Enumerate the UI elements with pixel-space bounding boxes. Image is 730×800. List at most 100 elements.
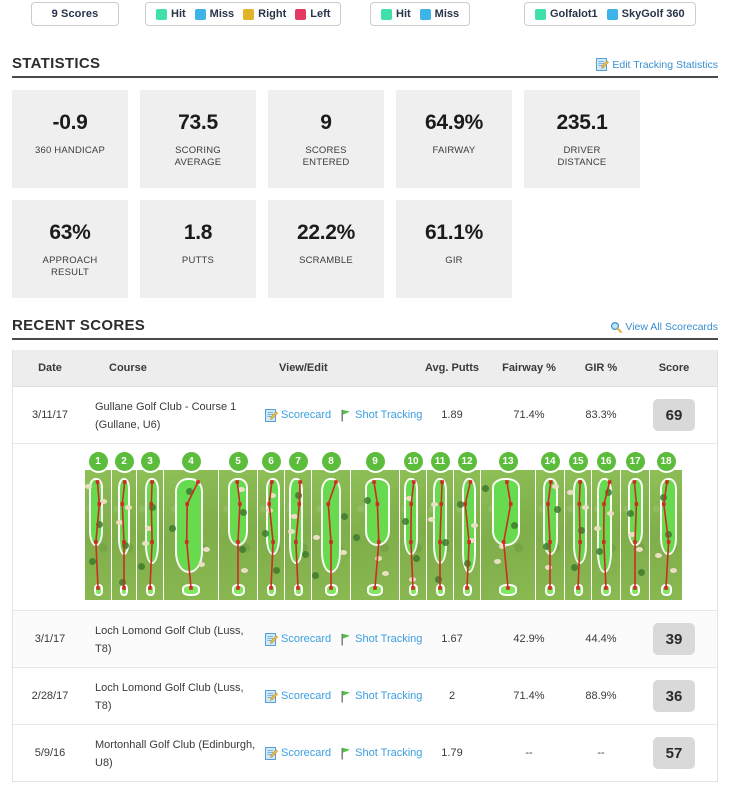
- gir-legend: Hit Miss: [370, 2, 471, 26]
- stat-value: -0.9: [52, 111, 88, 134]
- scorecard-note-icon: [265, 632, 278, 646]
- shot-track-line: [184, 480, 200, 590]
- statistics-row-2: 63% APPROACH RESULT 1.8 PUTTS 22.2% SCRA…: [12, 200, 718, 298]
- hole-number-badge: 11: [430, 452, 450, 471]
- hole-thumbnail[interactable]: [400, 470, 426, 600]
- hole-number-badge: 10: [403, 452, 423, 471]
- flag-icon: [341, 747, 352, 760]
- shot-track-line: [372, 480, 381, 590]
- hole-number-badge: 14: [540, 452, 560, 471]
- shot-tracking-link[interactable]: Shot Tracking: [341, 747, 422, 760]
- hole-thumbnail[interactable]: [164, 470, 218, 600]
- shot-track-line: [409, 480, 416, 590]
- hole-number-badge: 3: [140, 452, 160, 471]
- scorecard-link[interactable]: Scorecard: [265, 408, 331, 422]
- stat-label: 360 HANDICAP: [35, 145, 105, 156]
- cell-course: Mortonhall Golf Club (Edinburgh, U8): [87, 735, 257, 771]
- shot-track-line: [267, 480, 275, 590]
- flag-icon: [341, 409, 352, 422]
- cell-course: Gullane Golf Club - Course 1 (Gullane, U…: [87, 397, 257, 433]
- stat-value: 22.2%: [296, 221, 356, 244]
- hole-number-badge: 13: [498, 452, 518, 471]
- cell-score: 57: [635, 737, 713, 769]
- hole-thumbnail[interactable]: [454, 470, 480, 600]
- hole-thumbnail[interactable]: [592, 470, 620, 600]
- shot-tracking-link[interactable]: Shot Tracking: [341, 409, 422, 422]
- statistics-section: STATISTICS Edit Tracking Statistics: [12, 48, 718, 78]
- hole-thumbnail[interactable]: [427, 470, 453, 600]
- gir-legend-item-hit: Hit: [381, 8, 411, 20]
- column-header-date: Date: [38, 362, 62, 374]
- score-badge: 69: [653, 399, 695, 431]
- stat-value: 1.8: [183, 221, 213, 244]
- swatch-left-icon: [295, 8, 307, 20]
- hole-thumbnail[interactable]: [481, 470, 535, 600]
- source-legend-item-golfalot: Golfalot1: [535, 8, 598, 20]
- hole-number-badge: 4: [181, 452, 201, 471]
- view-all-scorecards-link[interactable]: View All Scorecards: [610, 321, 718, 333]
- shot-track-line: [120, 480, 127, 590]
- shot-track-line: [463, 480, 473, 590]
- hole-thumbnail[interactable]: [565, 470, 591, 600]
- table-row[interactable]: 3/11/17 Gullane Golf Club - Course 1 (Gu…: [13, 387, 717, 444]
- scorecard-note-icon: [265, 746, 278, 760]
- legend-item-miss: Miss: [194, 8, 234, 20]
- cell-date: 3/11/17: [32, 408, 68, 421]
- hole-thumbnail[interactable]: [312, 470, 350, 600]
- recent-scores-header: RECENT SCORES View All Scorecards: [12, 310, 718, 340]
- flag-icon: [341, 690, 352, 703]
- hole-thumbnail[interactable]: [621, 470, 649, 600]
- scorecard-link[interactable]: Scorecard: [265, 632, 331, 646]
- cell-gir: 44.4%: [585, 632, 617, 645]
- table-row[interactable]: 5/9/16 Mortonhall Golf Club (Edinburgh, …: [13, 725, 717, 781]
- cell-gir: 83.3%: [585, 408, 617, 421]
- cell-view-edit: Scorecard Shot Tracking: [257, 408, 422, 422]
- hole-thumbnail[interactable]: [351, 470, 399, 600]
- edit-tracking-statistics-label: Edit Tracking Statistics: [612, 58, 718, 71]
- course-name: Loch Lomond Golf Club (Luss, T8): [95, 682, 244, 712]
- source-legend: Golfalot1 SkyGolf 360: [524, 2, 696, 26]
- hole-thumbnail[interactable]: [285, 470, 311, 600]
- hole-thumbnail[interactable]: [258, 470, 284, 600]
- edit-tracking-statistics-link[interactable]: Edit Tracking Statistics: [596, 58, 718, 71]
- stat-value: 64.9%: [424, 111, 484, 134]
- hole-thumbnail[interactable]: [112, 470, 136, 600]
- shot-tracking-link[interactable]: Shot Tracking: [341, 633, 422, 646]
- cell-course: Loch Lomond Golf Club (Luss, T8): [87, 678, 257, 714]
- cell-avg-putts: 1.79: [441, 746, 463, 759]
- table-row[interactable]: 2/28/17 Loch Lomond Golf Club (Luss, T8): [13, 668, 717, 725]
- hole-thumbnail-strip: 1 2 3 4 5 6 7 8 9 10 11 12 13 14 15 16 17 18: [85, 452, 682, 600]
- cell-view-edit: Scorecard Shot Tracking: [257, 632, 422, 646]
- cell-fairway: --: [525, 746, 533, 759]
- shot-tracking-link[interactable]: Shot Tracking: [341, 690, 422, 703]
- hole-thumbnail[interactable]: [85, 470, 111, 600]
- cell-date: 3/1/17: [34, 632, 66, 645]
- stat-value: 63%: [49, 221, 91, 244]
- stat-value: 61.1%: [424, 221, 484, 244]
- hole-thumbnail[interactable]: [650, 470, 682, 600]
- course-name: Mortonhall Golf Club (Edinburgh, U8): [95, 739, 256, 769]
- score-badge: 57: [653, 737, 695, 769]
- stat-label: SCORING AVERAGE: [174, 145, 222, 168]
- swatch-miss-icon: [194, 8, 206, 20]
- scores-count-button[interactable]: 9 Scores: [31, 2, 119, 26]
- hole-thumbnail[interactable]: [536, 470, 564, 600]
- shot-track-line: [501, 480, 513, 590]
- hole-thumbnail[interactable]: [219, 470, 257, 600]
- shot-track-line: [235, 480, 242, 590]
- gir-legend-label-hit: Hit: [396, 8, 411, 20]
- hole-thumbnail[interactable]: [137, 470, 163, 600]
- cell-avg-putts: 2: [448, 689, 456, 702]
- column-header-gir: GIR %: [584, 362, 618, 374]
- statistics-title: STATISTICS: [12, 55, 101, 72]
- course-name: Loch Lomond Golf Club (Luss, T8): [95, 625, 244, 655]
- scorecard-link[interactable]: Scorecard: [265, 746, 331, 760]
- stat-tile-fairway: 64.9% FAIRWAY: [396, 90, 512, 188]
- shot-track-line: [662, 480, 671, 590]
- cell-course: Loch Lomond Golf Club (Luss, T8): [87, 621, 257, 657]
- legend-label-left: Left: [310, 8, 331, 20]
- scorecard-link[interactable]: Scorecard: [265, 689, 331, 703]
- cell-date: 5/9/16: [34, 746, 66, 759]
- stat-value: 9: [320, 111, 332, 134]
- table-row[interactable]: 3/1/17 Loch Lomond Golf Club (Luss, T8): [13, 611, 717, 668]
